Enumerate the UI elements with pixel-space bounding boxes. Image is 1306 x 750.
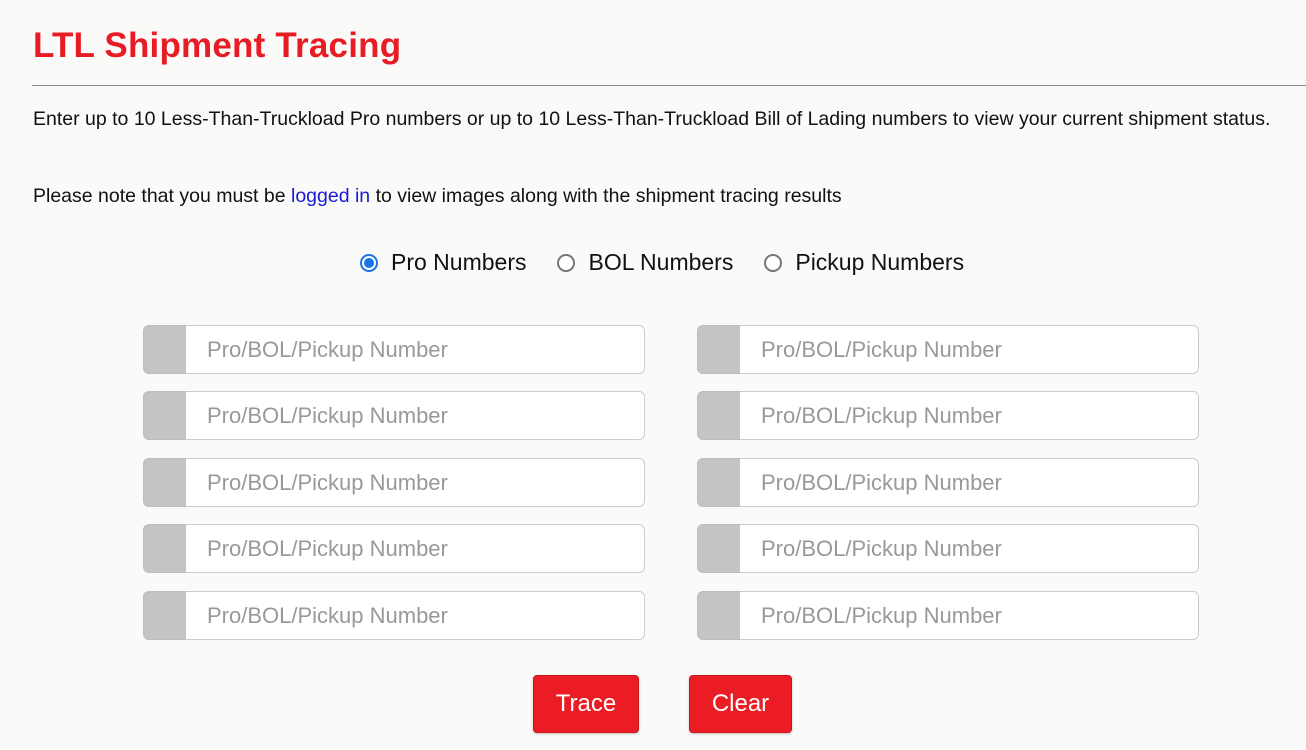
radio-label: BOL Numbers (588, 249, 734, 275)
radio-pro-numbers[interactable]: Pro Numbers (360, 249, 526, 276)
tracking-number-input-6[interactable] (740, 325, 1199, 374)
input-group-2 (143, 391, 645, 440)
input-prefix-addon (143, 391, 186, 440)
logged-in-link[interactable]: logged in (291, 185, 370, 207)
tracking-number-input-7[interactable] (740, 391, 1199, 440)
radio-bol-numbers[interactable]: BOL Numbers (557, 249, 733, 276)
input-prefix-addon (697, 391, 740, 440)
search-type-radio-group: Pro Numbers BOL Numbers Pickup Numbers (360, 249, 964, 276)
input-group-9 (697, 524, 1199, 573)
input-prefix-addon (697, 524, 740, 573)
input-prefix-addon (697, 458, 740, 507)
tracking-number-input-3[interactable] (186, 458, 645, 507)
page-title: LTL Shipment Tracing (33, 26, 402, 65)
tracking-number-input-2[interactable] (186, 391, 645, 440)
input-prefix-addon (697, 591, 740, 640)
input-group-3 (143, 458, 645, 507)
input-group-5 (143, 591, 645, 640)
login-note: Please note that you must be logged in t… (33, 182, 842, 210)
radio-checked-icon[interactable] (360, 253, 378, 272)
radio-unchecked-icon[interactable] (557, 253, 576, 272)
tracking-number-input-4[interactable] (186, 524, 645, 573)
tracking-number-input-8[interactable] (740, 458, 1199, 507)
input-prefix-addon (143, 524, 186, 573)
input-prefix-addon (697, 325, 740, 374)
clear-button[interactable]: Clear (689, 675, 792, 733)
tracking-number-input-1[interactable] (186, 325, 645, 374)
input-prefix-addon (143, 458, 186, 507)
tracking-number-input-9[interactable] (740, 524, 1199, 573)
input-group-10 (697, 591, 1199, 640)
radio-label: Pro Numbers (391, 249, 527, 275)
trace-button[interactable]: Trace (533, 675, 639, 733)
input-group-6 (697, 325, 1199, 374)
intro-text: Enter up to 10 Less-Than-Truckload Pro n… (33, 108, 1271, 130)
note-text-after: to view images along with the shipment t… (370, 185, 842, 207)
input-group-7 (697, 391, 1199, 440)
input-prefix-addon (143, 591, 186, 640)
radio-label: Pickup Numbers (795, 249, 965, 275)
shipment-tracing-page: LTL Shipment Tracing Enter up to 10 Less… (0, 0, 1306, 750)
tracking-number-input-5[interactable] (186, 591, 645, 640)
input-group-8 (697, 458, 1199, 507)
input-prefix-addon (143, 325, 186, 374)
title-divider (32, 85, 1306, 86)
tracking-number-input-10[interactable] (740, 591, 1199, 640)
radio-pickup-numbers[interactable]: Pickup Numbers (764, 249, 964, 276)
radio-unchecked-icon[interactable] (764, 253, 783, 272)
input-group-4 (143, 524, 645, 573)
input-group-1 (143, 325, 645, 374)
note-text-before: Please note that you must be (33, 185, 291, 207)
